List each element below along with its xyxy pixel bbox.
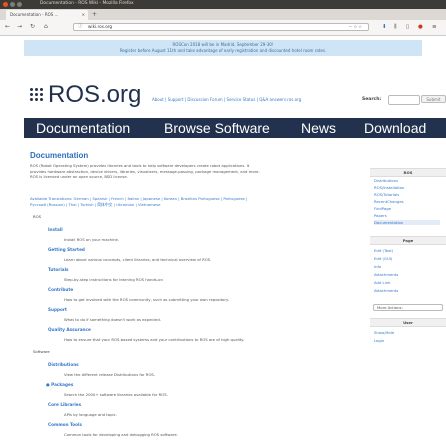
sidebar-heading-ros: ROS <box>370 168 446 177</box>
packages-label[interactable]: Packages <box>51 382 73 387</box>
nav-browse-software[interactable]: Browse Software <box>164 119 270 137</box>
nav-documentation[interactable]: Documentation <box>36 119 130 137</box>
nav-download[interactable]: Download <box>364 119 426 137</box>
sidebar-item-tutorials[interactable]: ROS/Tutorials <box>374 192 399 197</box>
navigation-bar: ← → ↻ ⌂ ⓘ wiki.ros.org ··· ✩ ☆ ⬇ ⫼ ▯ ● ≡ <box>0 20 446 36</box>
desc-quality-assurance: How to ensure that your ROS-based system… <box>64 337 245 342</box>
search-input[interactable] <box>388 95 420 105</box>
extension-icon[interactable]: ● <box>418 24 423 31</box>
desc-install: Install ROS on your machine. <box>64 237 120 242</box>
link-packages[interactable]: ● Packages <box>46 382 73 387</box>
maximize-window-icon[interactable] <box>17 2 22 7</box>
sidebar-item-installation[interactable]: ROS/Installation <box>374 185 404 190</box>
close-window-icon[interactable] <box>3 2 8 7</box>
link-contribute[interactable]: Contribute <box>48 287 73 292</box>
sidebar-heading-user: User <box>370 318 446 327</box>
info-icon[interactable]: ⓘ <box>78 24 83 30</box>
link-core-libraries[interactable]: Core Libraries <box>48 402 81 407</box>
intro-text: ROS (Robot Operating System) provides li… <box>30 163 360 180</box>
link-distributions[interactable]: Distributions <box>48 362 79 367</box>
nav-news[interactable]: News <box>301 119 336 137</box>
sidebar-icon[interactable]: ▯ <box>406 24 409 31</box>
new-tab-icon[interactable]: + <box>92 10 97 20</box>
page-actions-icon[interactable]: ··· ✩ ☆ <box>349 24 362 30</box>
banner-line-2[interactable]: Register before August 11th and take adv… <box>24 48 422 55</box>
search-label: Search: <box>362 97 382 102</box>
download-icon[interactable]: ⬇ <box>382 24 387 31</box>
link-tutorials[interactable]: Tutorials <box>48 267 69 272</box>
menu-icon[interactable]: ≡ <box>432 24 437 31</box>
logo-grid-icon <box>30 88 45 102</box>
more-actions-select[interactable]: More Actions: <box>373 304 443 311</box>
sidebar-item-show-hide[interactable]: Show/Hide <box>374 330 394 335</box>
link-getting-started[interactable]: Getting Started <box>48 247 85 252</box>
back-icon[interactable]: ← <box>5 23 10 31</box>
desc-packages: Search the 2000+ software libraries avai… <box>64 392 168 397</box>
sidebar-item-add-link[interactable]: Add Link <box>374 280 390 285</box>
desc-getting-started: Learn about various concepts, client lib… <box>64 257 212 262</box>
intro-line: ROS is licensed under an open source, BS… <box>30 174 128 179</box>
desc-contribute: How to get involved with the ROS communi… <box>64 297 229 302</box>
search-submit-button[interactable]: Submit <box>421 95 446 103</box>
link-common-tools[interactable]: Common Tools <box>48 422 82 427</box>
page-title: Documentation <box>30 151 89 160</box>
desc-distributions: View the different release Distributions… <box>64 372 156 377</box>
library-icon[interactable]: ⫼ <box>394 24 397 31</box>
close-tab-icon[interactable]: × <box>82 10 85 20</box>
sidebar-item-info[interactable]: Info <box>374 264 381 269</box>
address-bar[interactable]: ⓘ wiki.ros.org ··· ✩ ☆ <box>73 23 369 31</box>
sidebar-item-distributions[interactable]: Distributions <box>374 178 398 183</box>
more-actions-label: More Actions: <box>377 305 403 310</box>
section-ros: ROS <box>33 214 42 219</box>
tab-label: Documentation - ROS ... <box>10 12 59 17</box>
reload-icon[interactable]: ↻ <box>30 23 35 31</box>
desc-support: What to do if something doesn't work as … <box>64 317 161 322</box>
sidebar-item-papers[interactable]: Papers <box>374 213 387 218</box>
desc-core-libraries: APIs by language and topic. <box>64 412 117 417</box>
window-titlebar: Documentation - ROS Wiki - Mozilla Firef… <box>0 0 446 9</box>
desc-tutorials: Step-by-step instructions for learning R… <box>64 277 163 282</box>
sidebar-item-edit-text[interactable]: Edit (Text) <box>374 248 393 253</box>
window-title: Documentation - ROS Wiki - Mozilla Firef… <box>40 1 134 6</box>
tab-bar: Documentation - ROS ... × + <box>0 9 446 20</box>
announcement-banner: ROSCon 2018 will be in Madrid, September… <box>24 40 422 56</box>
forward-icon[interactable]: → <box>17 23 22 31</box>
sidebar-item-findpage[interactable]: FindPage <box>374 206 391 211</box>
main-nav: Documentation Browse Software News Downl… <box>24 118 446 138</box>
sidebar-item-documentation[interactable]: Documentation <box>374 220 440 225</box>
section-software: Software <box>33 349 50 354</box>
home-icon[interactable]: ⌂ <box>44 23 48 31</box>
top-links[interactable]: About | Support | Discussion Forum | Ser… <box>152 97 301 102</box>
translations-line[interactable]: Pусский (Russian) | Thai | Turkish | 简体中… <box>30 202 360 208</box>
link-quality-assurance[interactable]: Quality Assurance <box>48 327 91 332</box>
sidebar-item-attachments-2[interactable]: Attachments <box>374 288 398 293</box>
sidebar-item-recentchanges[interactable]: RecentChanges <box>374 199 404 204</box>
minimize-window-icon[interactable] <box>10 2 15 7</box>
sidebar-heading-page: Page <box>370 236 446 245</box>
logo-text: ROS.org <box>48 81 142 108</box>
tab-documentation[interactable]: Documentation - ROS ... × <box>6 10 88 20</box>
link-support[interactable]: Support <box>48 307 67 312</box>
translations-text[interactable]: Available Translations: German | Spanish… <box>30 196 360 207</box>
link-install[interactable]: Install <box>48 227 63 232</box>
sidebar-item-login[interactable]: Login <box>374 338 384 343</box>
sidebar-item-edit-gui[interactable]: Edit (GUI) <box>374 256 392 261</box>
sidebar-item-attachments[interactable]: Attachments <box>374 272 398 277</box>
desc-common-tools: Common tools for developing and debuggin… <box>64 432 178 437</box>
url-text: wiki.ros.org <box>88 24 113 29</box>
